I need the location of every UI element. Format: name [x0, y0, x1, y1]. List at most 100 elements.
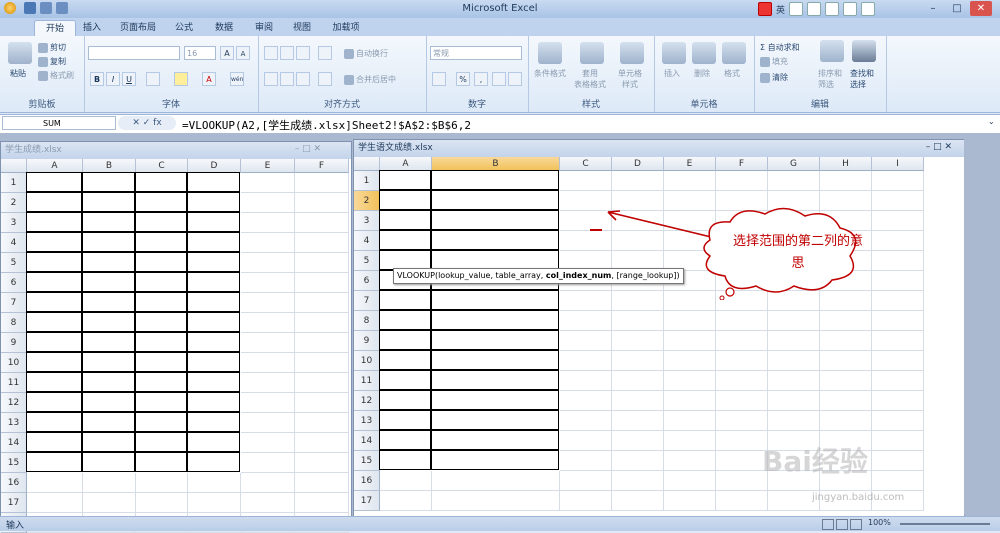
grid-cell[interactable] — [135, 292, 187, 312]
grid-cell[interactable] — [872, 411, 924, 431]
grid-cell[interactable] — [820, 371, 872, 391]
normal-view-icon[interactable] — [822, 519, 834, 530]
page-break-view-icon[interactable] — [850, 519, 862, 530]
grid-cell[interactable] — [188, 473, 241, 493]
grid-cell[interactable] — [716, 431, 768, 451]
column-header[interactable]: I — [872, 157, 924, 171]
header-cell[interactable] — [26, 172, 82, 192]
data-cell[interactable] — [26, 212, 82, 232]
cell-styles-button[interactable]: 单元格 样式 — [618, 68, 642, 90]
grid-cell[interactable] — [295, 353, 349, 373]
grid-cell[interactable] — [560, 371, 612, 391]
grid-cell[interactable] — [380, 471, 432, 491]
grid-cell[interactable] — [872, 371, 924, 391]
row-header[interactable]: 3 — [1, 213, 27, 233]
align-top-icon[interactable] — [264, 46, 278, 60]
grid-cell[interactable] — [560, 491, 612, 511]
grid-cell[interactable] — [872, 311, 924, 331]
grid-cell[interactable] — [716, 391, 768, 411]
column-header[interactable]: F — [716, 157, 768, 171]
row-header[interactable]: 2 — [1, 193, 27, 213]
comma-button[interactable]: , — [474, 72, 488, 86]
grid-cell[interactable] — [188, 493, 241, 513]
grid-cell[interactable] — [820, 391, 872, 411]
grid-cell[interactable] — [26, 452, 82, 472]
grid-cell[interactable] — [560, 411, 612, 431]
grid-cell[interactable] — [379, 290, 431, 310]
font-name-combo[interactable] — [88, 46, 180, 60]
merge-center-button[interactable]: 合并后居中 — [344, 74, 396, 85]
grid-cell[interactable] — [664, 491, 716, 511]
grid-cell[interactable] — [26, 412, 82, 432]
grid-cell[interactable] — [295, 393, 349, 413]
grid-cell[interactable] — [295, 373, 349, 393]
grid-cell[interactable] — [187, 312, 240, 332]
grid-cell[interactable] — [295, 413, 349, 433]
row-header[interactable]: 6 — [354, 271, 380, 291]
grid-cell[interactable] — [241, 173, 295, 193]
decrease-decimal-icon[interactable] — [508, 72, 522, 86]
increase-decimal-icon[interactable] — [492, 72, 506, 86]
clear-button[interactable]: 清除 — [760, 72, 788, 83]
column-header[interactable]: C — [136, 159, 188, 173]
grid-cell[interactable] — [560, 471, 612, 491]
row-header[interactable]: 9 — [354, 331, 380, 351]
data-cell[interactable] — [82, 232, 135, 252]
row-header[interactable]: 3 — [354, 211, 380, 231]
grid-cell[interactable] — [716, 471, 768, 491]
column-header[interactable]: D — [612, 157, 664, 171]
grid-cell[interactable] — [241, 413, 295, 433]
grid-cell[interactable] — [768, 391, 820, 411]
number-format-combo[interactable]: 常规 — [430, 46, 522, 60]
grid-cell[interactable] — [431, 410, 559, 430]
name-box[interactable]: SUM — [2, 116, 116, 130]
data-cell[interactable] — [187, 232, 240, 252]
data-cell[interactable] — [187, 272, 240, 292]
autosum-button[interactable]: Σ 自动求和 — [760, 42, 800, 53]
grid-cell[interactable] — [612, 411, 664, 431]
grid-cell[interactable] — [241, 353, 295, 373]
data-cell[interactable] — [187, 252, 240, 272]
grid-cell[interactable] — [379, 210, 431, 230]
grid-cell[interactable] — [431, 450, 559, 470]
grid-cell[interactable] — [872, 451, 924, 471]
column-header[interactable]: G — [768, 157, 820, 171]
user-icon[interactable] — [843, 2, 858, 16]
expand-formula-bar-icon[interactable]: ⌄ — [988, 117, 998, 129]
tab-insert[interactable]: 插入 — [78, 20, 106, 36]
data-cell[interactable] — [135, 252, 187, 272]
row-header[interactable]: 5 — [354, 251, 380, 271]
data-cell[interactable] — [82, 192, 135, 212]
data-cell[interactable] — [135, 212, 187, 232]
grid-cell[interactable] — [26, 432, 82, 452]
shrink-font-button[interactable]: A — [236, 46, 250, 60]
grid-cell[interactable] — [612, 471, 664, 491]
left-window-controls[interactable]: – □ ✕ — [295, 144, 321, 154]
grid-cell[interactable] — [241, 193, 295, 213]
grid-cell[interactable] — [716, 311, 768, 331]
column-header[interactable]: F — [295, 159, 349, 173]
grid-cell[interactable] — [431, 350, 559, 370]
align-center-icon[interactable] — [280, 72, 294, 86]
grid-cell[interactable] — [26, 332, 82, 352]
conditional-format-button[interactable]: 条件格式 — [534, 68, 566, 79]
grid-cell[interactable] — [431, 230, 559, 250]
grid-cell[interactable] — [664, 351, 716, 371]
grid-cell[interactable] — [82, 392, 135, 412]
row-header[interactable]: 8 — [1, 313, 27, 333]
conditional-format-icon[interactable] — [538, 42, 562, 64]
fill-color-icon[interactable] — [174, 72, 188, 86]
font-color-icon[interactable]: A — [202, 72, 216, 86]
grid-cell[interactable] — [716, 331, 768, 351]
grid-cell[interactable] — [26, 372, 82, 392]
paste-button[interactable]: 粘贴 — [10, 68, 26, 79]
grid-cell[interactable] — [241, 433, 295, 453]
grid-cell[interactable] — [560, 451, 612, 471]
italic-button[interactable]: I — [106, 72, 120, 86]
grid-cell[interactable] — [241, 293, 295, 313]
grid-cell[interactable] — [664, 311, 716, 331]
grid-cell[interactable] — [82, 452, 135, 472]
row-header[interactable]: 10 — [354, 351, 380, 371]
delete-cells-button[interactable]: 删除 — [694, 68, 710, 79]
right-window-controls[interactable]: – □ ✕ — [926, 142, 952, 152]
